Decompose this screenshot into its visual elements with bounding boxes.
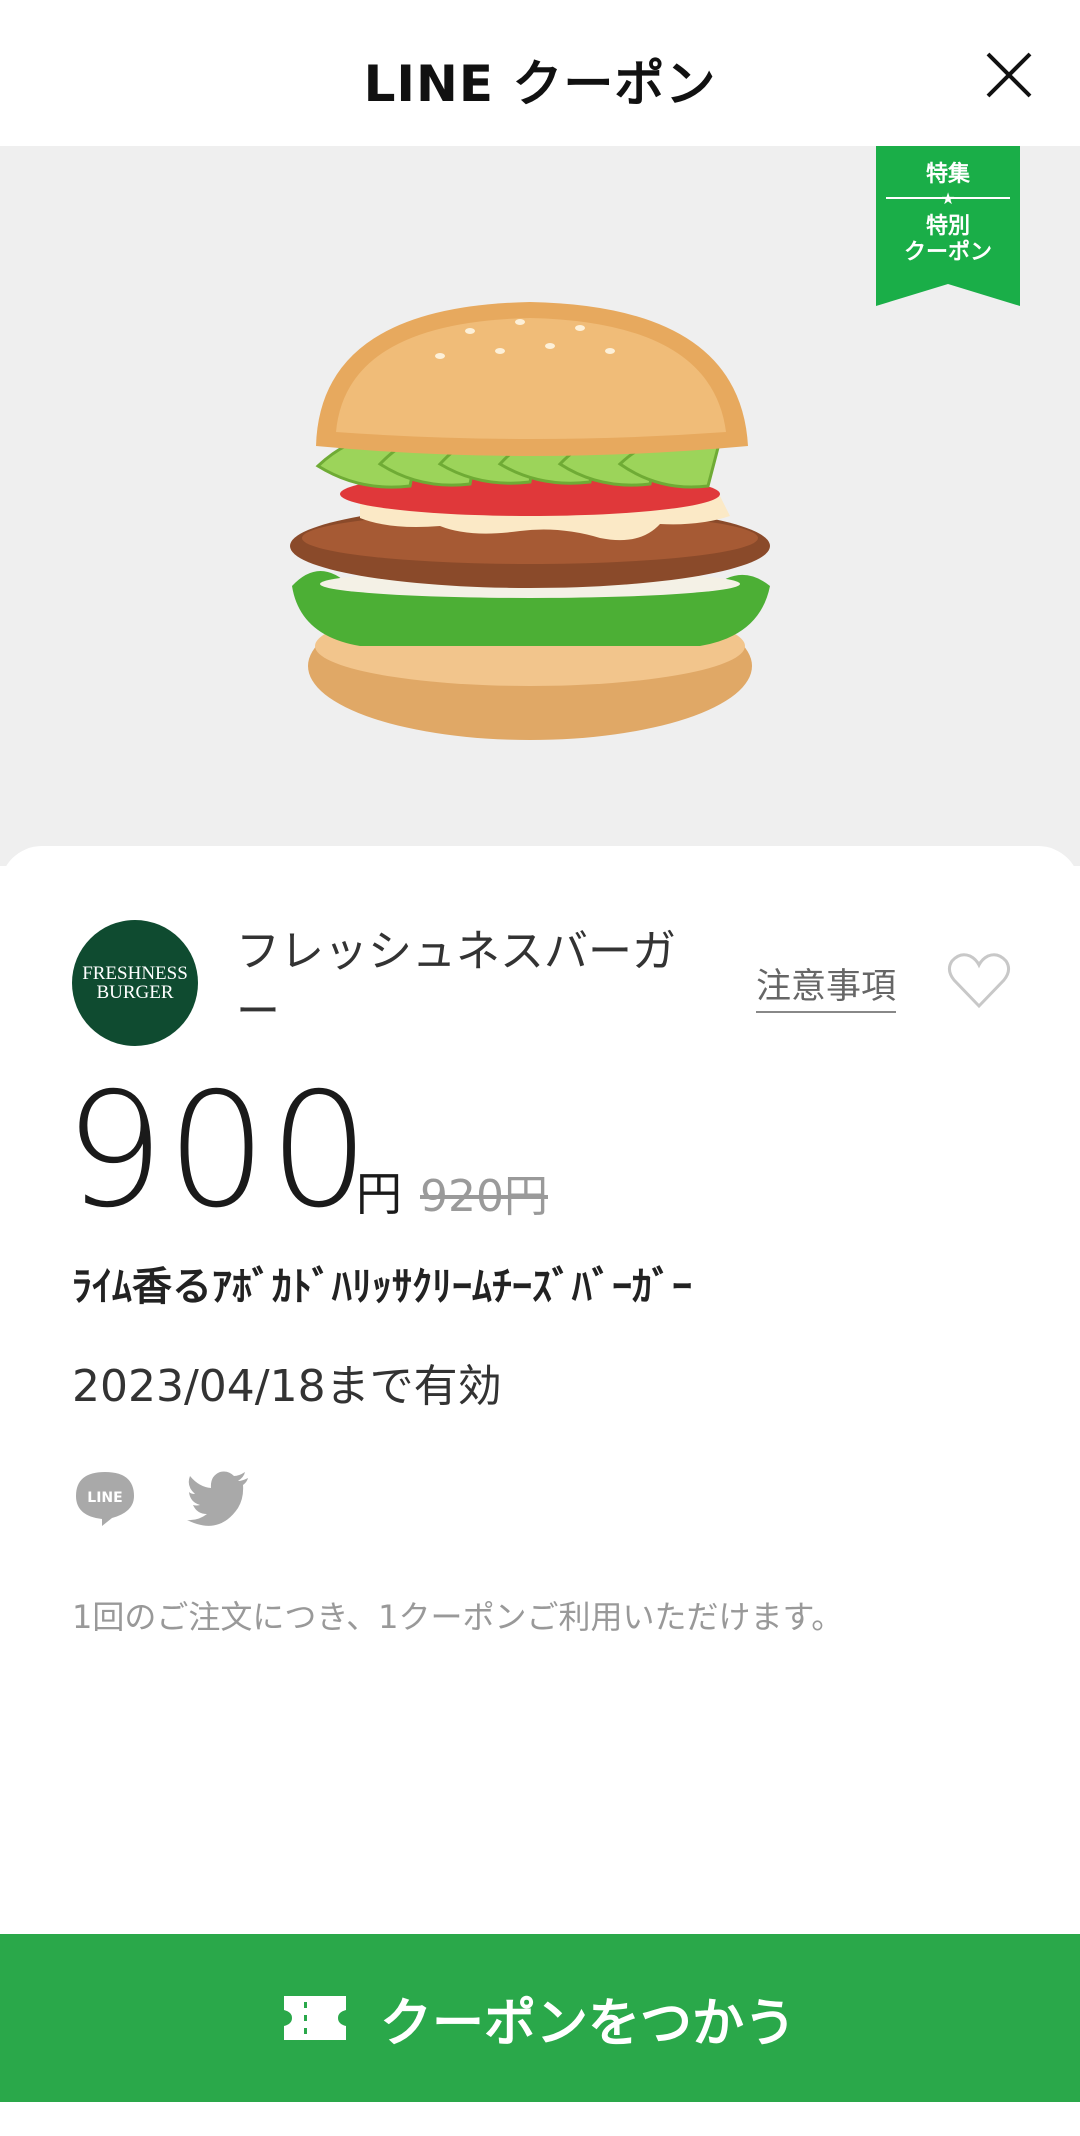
- heart-icon[interactable]: [946, 950, 1012, 1010]
- header-title: LINE クーポン: [363, 55, 717, 113]
- valid-until: 2023/04/18まで有効: [72, 1361, 502, 1412]
- use-coupon-button[interactable]: クーポンをつかう: [0, 1934, 1080, 2102]
- store-name: フレッシュネスバーガー: [236, 926, 676, 1037]
- logo-text-1: FRESHNESS: [82, 963, 188, 984]
- star-icon: ★: [940, 189, 956, 208]
- badge-line3: クーポン: [903, 240, 992, 265]
- twitter-icon[interactable]: [186, 1468, 252, 1528]
- line-share-icon[interactable]: LINE: [72, 1468, 138, 1528]
- store-logo: FRESHNESS BURGER: [72, 920, 198, 1046]
- special-coupon-badge: 特集 ★ 特別 クーポン: [876, 146, 1020, 306]
- close-icon[interactable]: [984, 50, 1034, 100]
- line-share-label: LINE: [87, 1490, 122, 1506]
- logo-text-2: BURGER: [96, 982, 174, 1003]
- header-bar: LINE クーポン: [0, 0, 1080, 146]
- original-price: 920円: [420, 1171, 548, 1222]
- badge-line1: 特集: [925, 162, 970, 187]
- ticket-icon: [283, 1996, 346, 2040]
- notice-link[interactable]: 注意事項: [756, 958, 897, 1013]
- product-name: ﾗｲﾑ香るｱﾎﾞｶﾄﾞﾊﾘｯｻｸﾘｰﾑﾁｰｽﾞﾊﾞｰｶﾞｰ: [72, 1264, 692, 1310]
- use-coupon-label: クーポンをつかう: [379, 1993, 796, 2054]
- coupon-price: 900: [64, 1059, 372, 1243]
- price-currency: 円: [356, 1167, 402, 1221]
- usage-note: 1回のご注文につき、1クーポンご利用いただけます。: [72, 1598, 844, 1636]
- badge-line2: 特別: [925, 214, 970, 239]
